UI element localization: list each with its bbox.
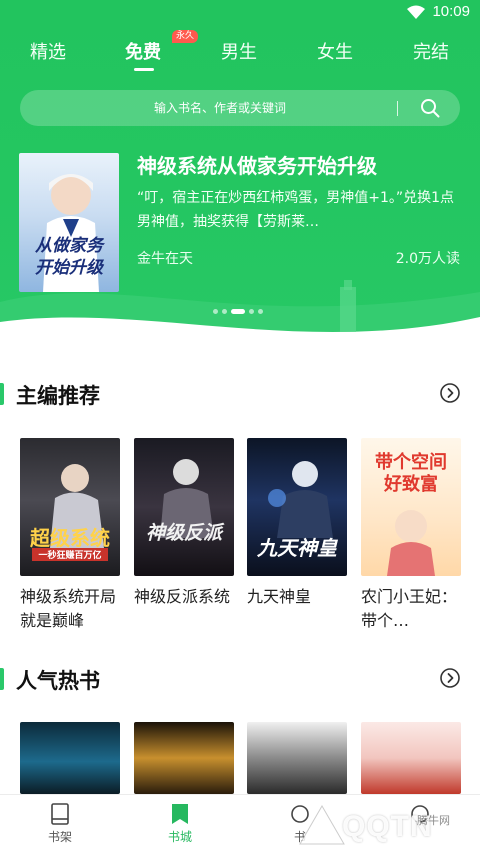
book-title[interactable]: 九天神皇 bbox=[247, 585, 347, 633]
featured-title[interactable]: 神级系统从做家务开始升级 bbox=[137, 150, 377, 179]
book-title[interactable]: 农门小王妃：带个… bbox=[361, 585, 461, 633]
tab-male[interactable]: 男生 bbox=[221, 38, 257, 64]
book-cover[interactable]: 超级系统 一秒狂赚百万亿 bbox=[20, 438, 120, 576]
top-tabs: 精选 免费 永久 男生 女生 完结 bbox=[0, 30, 480, 80]
featured-cover-text-2: 开始升级 bbox=[35, 258, 103, 278]
chevron-right-icon[interactable] bbox=[440, 383, 460, 403]
book-cover-title: 九天神皇 bbox=[257, 536, 337, 560]
nav-label: 书城 bbox=[167, 830, 192, 844]
book-title[interactable]: 神级反派系统 bbox=[134, 585, 234, 633]
book-card[interactable] bbox=[20, 722, 120, 794]
carousel-dot bbox=[213, 309, 218, 314]
book-cover[interactable]: 神级反派 bbox=[134, 438, 234, 576]
book-cover[interactable] bbox=[247, 722, 347, 794]
book-cover-title: 带个空间好致富 bbox=[375, 452, 447, 495]
tab-free[interactable]: 免费 bbox=[125, 38, 161, 64]
book-card[interactable]: 超级系统 一秒狂赚百万亿 神级系统开局就是巅峰 bbox=[20, 438, 120, 633]
book-card[interactable]: 九天神皇 九天神皇 bbox=[247, 438, 347, 633]
carousel-dot bbox=[258, 309, 263, 314]
book-card[interactable] bbox=[361, 722, 461, 794]
section-accent-bar bbox=[0, 383, 4, 405]
active-tab-indicator bbox=[134, 68, 154, 71]
nav-bookstore[interactable]: 书城 bbox=[140, 795, 220, 854]
featured-book-cover[interactable]: 从做家务 开始升级 bbox=[19, 153, 119, 292]
book-card[interactable] bbox=[247, 722, 347, 794]
section-editor-picks-header: 主编推荐 bbox=[0, 378, 480, 410]
book-cover-title: 神级反派 bbox=[145, 522, 222, 544]
tab-female[interactable]: 女生 bbox=[317, 38, 353, 64]
free-badge: 永久 bbox=[172, 30, 199, 43]
search-bar[interactable]: 输入书名、作者或关键词 bbox=[20, 90, 460, 126]
status-bar: 10:09 bbox=[0, 0, 480, 26]
book-cover-title: 超级系统 bbox=[30, 526, 110, 550]
cover-illustration bbox=[160, 459, 214, 538]
section-title: 主编推荐 bbox=[16, 384, 100, 408]
featured-read-count: 2.0万人读 bbox=[395, 251, 460, 267]
featured-description: “叮，宿主正在炒西红柿鸡蛋，男神值+1。”兑换1点男神值，抽奖获得【劳斯莱… bbox=[137, 190, 455, 230]
search-icon[interactable] bbox=[420, 98, 440, 118]
watermark: QQTN 腾牛网 bbox=[292, 800, 480, 854]
chevron-right-icon[interactable] bbox=[440, 668, 460, 688]
book-cover[interactable]: 带个空间好致富 bbox=[361, 438, 461, 576]
book-card[interactable] bbox=[134, 722, 234, 794]
section-accent-bar bbox=[0, 668, 4, 690]
book-card[interactable]: 带个空间好致富 农门小王妃：带个… bbox=[361, 438, 461, 633]
book-cover[interactable]: 九天神皇 bbox=[247, 438, 347, 576]
search-divider bbox=[397, 101, 398, 116]
nav-label: 书架 bbox=[47, 830, 72, 844]
bookshelf-icon bbox=[51, 803, 69, 825]
header-banner: 10:09 精选 免费 永久 男生 女生 完结 输入书名、作者或关键词 从做家务… bbox=[0, 0, 480, 345]
book-cover-subtitle: 一秒狂赚百万亿 bbox=[32, 548, 108, 561]
carousel-dot-active bbox=[231, 309, 245, 314]
status-time: 10:09 bbox=[432, 3, 470, 20]
carousel-dot bbox=[222, 309, 227, 314]
tab-finished[interactable]: 完结 bbox=[413, 38, 449, 64]
nav-bookshelf[interactable]: 书架 bbox=[20, 795, 100, 854]
section-title: 人气热书 bbox=[16, 669, 100, 693]
book-cover[interactable] bbox=[361, 722, 461, 794]
watermark-small-text: 腾牛网 bbox=[417, 814, 450, 827]
wifi-icon bbox=[407, 5, 425, 19]
book-cover[interactable] bbox=[20, 722, 120, 794]
book-title[interactable]: 神级系统开局就是巅峰 bbox=[20, 585, 120, 633]
book-card[interactable]: 神级反派 神级反派系统 bbox=[134, 438, 234, 633]
book-cover[interactable] bbox=[134, 722, 234, 794]
tab-jingxuan[interactable]: 精选 bbox=[30, 38, 66, 64]
section-popular-header: 人气热书 bbox=[0, 663, 480, 695]
bookstore-icon bbox=[172, 804, 188, 824]
search-placeholder: 输入书名、作者或关键词 bbox=[153, 101, 286, 115]
carousel-dot bbox=[249, 309, 254, 314]
featured-author: 金牛在天 bbox=[137, 251, 193, 267]
